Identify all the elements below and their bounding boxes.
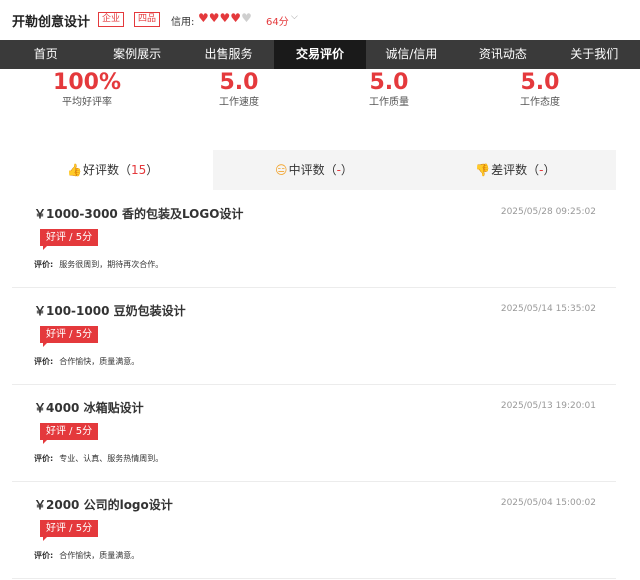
rating-badge: 好评 / 5分: [40, 520, 99, 541]
stat-value: 100%: [53, 70, 121, 95]
heart-icon: ♥: [230, 11, 242, 25]
nav-item-cases[interactable]: 案例展示: [91, 40, 182, 69]
heart-icon: ♥: [208, 11, 220, 25]
nav-item-news[interactable]: 资讯动态: [457, 40, 548, 69]
rating-stats: 100% 平均好评率 5.0 工作速度 5.0 工作质量 5.0 工作态度: [0, 70, 640, 120]
nav-item-home[interactable]: 首页: [0, 40, 91, 69]
review-title[interactable]: ￥2000 公司的logo设计: [34, 496, 173, 513]
shop-name[interactable]: 开勒创意设计: [12, 11, 90, 30]
review-date: 2025/05/28 09:25:02: [500, 207, 596, 217]
stat-value: 5.0: [369, 70, 409, 95]
review-list: ￥1000-3000 香的包装及LOGO设计 2025/05/28 09:25:…: [12, 191, 616, 579]
stat-label: 工作速度: [219, 97, 259, 108]
stat-work-attitude: 5.0 工作态度: [480, 70, 600, 110]
review-comment: 评价: 服务很周到，期待再次合作。: [34, 259, 163, 270]
tab-bad-reviews[interactable]: 👎差评数（-）: [415, 150, 616, 190]
nav-item-services[interactable]: 出售服务: [183, 40, 274, 69]
review-title[interactable]: ￥1000-3000 香的包装及LOGO设计: [34, 205, 243, 222]
stat-work-speed: 5.0 工作速度: [179, 70, 299, 110]
comment-label: 评价:: [34, 551, 54, 560]
tab-good-reviews[interactable]: 👍好评数（15）: [12, 150, 214, 190]
nav-item-about[interactable]: 关于我们: [549, 40, 640, 69]
review-tabs: 👍好评数（15） 😑中评数（-） 👎差评数（-）: [12, 150, 616, 190]
credit-hearts: ♥♥♥♥♥: [198, 11, 252, 25]
tab-close: ）: [146, 163, 159, 177]
comment-label: 评价:: [34, 454, 54, 463]
comment-text: 专业、认真、服务热情周到。: [59, 454, 164, 463]
tab-label: 好评数（: [82, 163, 131, 177]
stat-label: 工作质量: [369, 97, 409, 108]
credit-score: 64分: [266, 17, 289, 28]
stat-value: 5.0: [520, 70, 560, 95]
heart-icon: ♥: [219, 11, 231, 25]
tab-count: 15: [131, 163, 147, 177]
rating-badge: 好评 / 5分: [40, 326, 99, 347]
shop-header: 开勒创意设计 企业 四品 信用: ♥♥♥♥♥ 64分 ⌵: [0, 0, 640, 40]
main-nav: 首页 案例展示 出售服务 交易评价 诚信/信用 资讯动态 关于我们: [0, 40, 640, 69]
rating-badge: 好评 / 5分: [40, 229, 99, 250]
review-item: ￥4000 冰箱贴设计 2025/05/13 19:20:01 好评 / 5分 …: [12, 385, 616, 482]
tab-close: ）: [543, 163, 556, 177]
review-comment: 评价: 合作愉快，质量满意。: [34, 550, 139, 561]
nav-item-reviews[interactable]: 交易评价: [274, 40, 366, 69]
review-title[interactable]: ￥4000 冰箱贴设计: [34, 399, 144, 416]
rating-badge: 好评 / 5分: [40, 423, 99, 444]
credit-label: 信用:: [171, 17, 195, 28]
comment-text: 服务很周到，期待再次合作。: [59, 260, 164, 269]
comment-label: 评价:: [34, 357, 54, 366]
review-item: ￥100-1000 豆奶包装设计 2025/05/14 15:35:02 好评 …: [12, 288, 616, 385]
review-title[interactable]: ￥100-1000 豆奶包装设计: [34, 302, 186, 319]
comment-text: 合作愉快，质量满意。: [59, 551, 140, 560]
thumbs-down-icon: 👎: [475, 163, 491, 177]
review-date: 2025/05/13 19:20:01: [500, 401, 596, 411]
review-item: ￥1000-3000 香的包装及LOGO设计 2025/05/28 09:25:…: [12, 191, 616, 288]
stat-label: 工作态度: [520, 97, 560, 108]
stat-label: 平均好评率: [62, 97, 112, 108]
comment-text: 合作愉快，质量满意。: [59, 357, 140, 366]
comment-label: 评价:: [34, 260, 54, 269]
heart-empty-icon: ♥: [241, 11, 252, 25]
review-comment: 评价: 合作愉快，质量满意。: [34, 356, 139, 367]
stat-value: 5.0: [219, 70, 259, 95]
tab-label: 差评数（: [491, 163, 540, 177]
tab-label: 中评数（: [288, 163, 337, 177]
heart-icon: ♥: [198, 11, 209, 25]
neutral-face-icon: 😑: [275, 163, 288, 177]
thumbs-up-icon: 👍: [67, 163, 82, 177]
tab-close: ）: [340, 163, 353, 177]
review-date: 2025/05/04 15:00:02: [500, 498, 596, 508]
review-item: ￥2000 公司的logo设计 2025/05/04 15:00:02 好评 /…: [12, 482, 616, 579]
review-comment: 评价: 专业、认真、服务热情周到。: [34, 453, 163, 464]
stat-praise-rate: 100% 平均好评率: [27, 70, 147, 110]
review-date: 2025/05/14 15:35:02: [500, 304, 596, 314]
level-tag: 四品: [134, 12, 161, 27]
chevron-down-icon[interactable]: ⌵: [291, 12, 298, 22]
stat-work-quality: 5.0 工作质量: [329, 70, 449, 110]
nav-item-credit[interactable]: 诚信/信用: [366, 40, 457, 69]
enterprise-tag: 企业: [98, 12, 125, 27]
tab-neutral-reviews[interactable]: 😑中评数（-）: [213, 150, 414, 190]
